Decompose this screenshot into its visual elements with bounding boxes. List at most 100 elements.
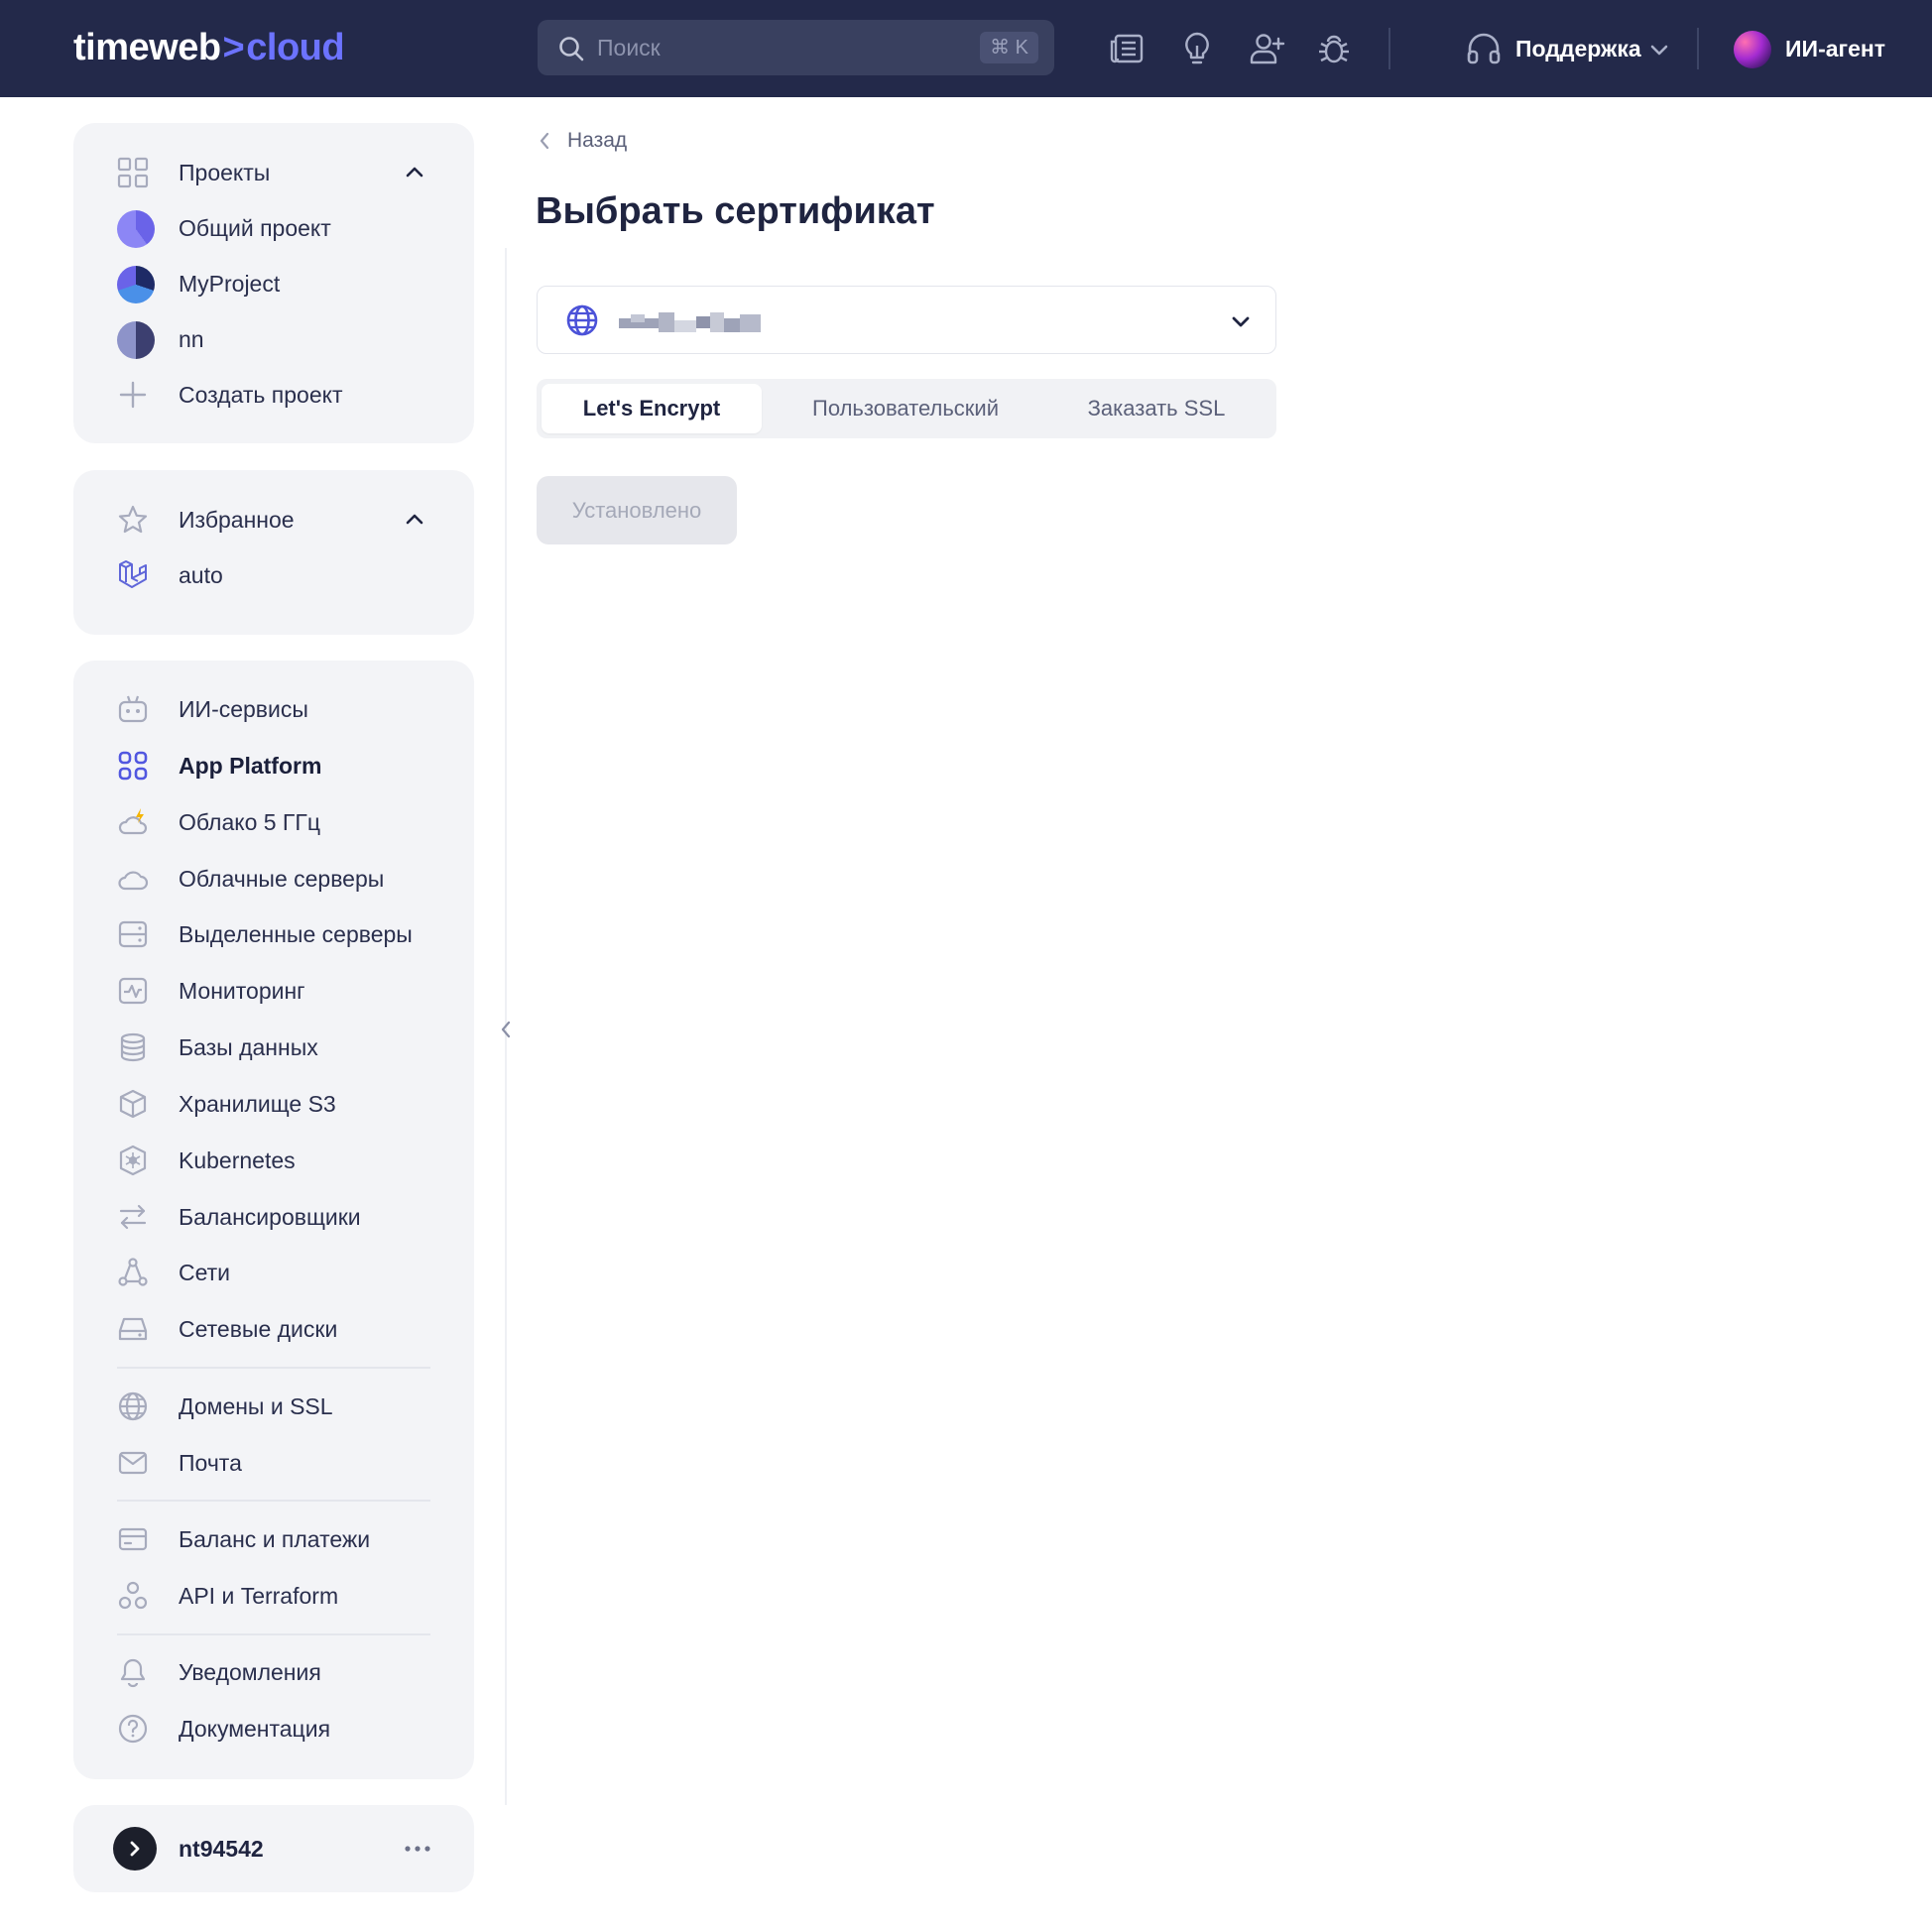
back-label: Назад bbox=[567, 129, 628, 152]
globe-icon bbox=[566, 304, 598, 336]
top-bar: timeweb>cloud Поиск ⌘ K Поддержка ИИ-аге… bbox=[0, 0, 1932, 97]
user-panel[interactable]: nt94542 bbox=[73, 1805, 474, 1892]
favorites-title: Избранное bbox=[179, 507, 295, 533]
sidebar-item-label: Сетевые диски bbox=[179, 1316, 338, 1342]
api-icon bbox=[118, 1581, 148, 1610]
bug-icon[interactable] bbox=[1315, 30, 1353, 67]
sidebar-item-label: Уведомления bbox=[179, 1659, 321, 1685]
sidebar-item-cloud-servers[interactable]: Облачные серверы bbox=[117, 857, 444, 901]
chevron-right-icon bbox=[130, 1841, 140, 1857]
sidebar-item-ai-services[interactable]: ИИ-сервисы bbox=[117, 687, 444, 731]
user-avatar[interactable] bbox=[113, 1827, 157, 1871]
chevron-left-icon bbox=[540, 132, 549, 150]
tab-order-ssl[interactable]: Заказать SSL bbox=[1042, 384, 1270, 433]
sidebar-item-networks[interactable]: Сети bbox=[117, 1251, 444, 1294]
create-project-button[interactable]: Создать проект bbox=[117, 373, 444, 417]
sidebar-item-label: Баланс и платежи bbox=[179, 1526, 371, 1552]
sidebar-item-network-disks[interactable]: Сетевые диски bbox=[117, 1307, 444, 1351]
help-icon bbox=[118, 1714, 148, 1744]
sidebar-item-label: Мониторинг bbox=[179, 978, 305, 1004]
projects-title: Проекты bbox=[179, 160, 271, 185]
sidebar-item-mail[interactable]: Почта bbox=[117, 1441, 444, 1485]
chevron-up-icon[interactable] bbox=[403, 508, 426, 532]
search-icon bbox=[559, 37, 584, 61]
server-icon bbox=[118, 920, 148, 948]
sidebar-item-kubernetes[interactable]: Kubernetes bbox=[117, 1139, 444, 1182]
header-divider bbox=[1389, 28, 1390, 69]
services-panel: ИИ-сервисы App Platform Облако 5 ГГц Обл… bbox=[73, 661, 474, 1779]
cube-icon bbox=[119, 1089, 147, 1119]
sidebar-item-label: Kubernetes bbox=[179, 1147, 296, 1173]
sidebar-item-domains-ssl[interactable]: Домены и SSL bbox=[117, 1385, 444, 1428]
favorites-header[interactable]: Избранное bbox=[117, 498, 444, 542]
installed-button[interactable]: Установлено bbox=[537, 476, 737, 544]
project-item-general[interactable]: Общий проект bbox=[117, 206, 444, 250]
project-avatar-icon bbox=[117, 266, 155, 303]
add-user-icon[interactable] bbox=[1248, 30, 1285, 67]
sidebar-item-databases[interactable]: Базы данных bbox=[117, 1026, 444, 1069]
sidebar-item-notifications[interactable]: Уведомления bbox=[117, 1650, 444, 1694]
sidebar-divider bbox=[117, 1500, 430, 1502]
support-label: Поддержка bbox=[1515, 36, 1641, 61]
chevron-up-icon[interactable] bbox=[403, 161, 426, 184]
redacted-domain-value bbox=[619, 312, 761, 332]
bell-icon bbox=[120, 1658, 146, 1688]
tab-custom[interactable]: Пользовательский bbox=[772, 384, 1039, 433]
project-item-myproject[interactable]: MyProject bbox=[117, 262, 444, 305]
logo-separator: > bbox=[222, 27, 245, 68]
star-icon bbox=[118, 505, 148, 534]
sidebar-item-s3-storage[interactable]: Хранилище S3 bbox=[117, 1082, 444, 1126]
laravel-icon bbox=[119, 560, 147, 588]
database-icon bbox=[120, 1032, 146, 1062]
logo-text-accent: cloud bbox=[246, 27, 345, 68]
collapse-sidebar-icon[interactable] bbox=[496, 1018, 516, 1041]
idea-icon[interactable] bbox=[1178, 30, 1216, 67]
project-label: nn bbox=[179, 326, 204, 352]
card-icon bbox=[118, 1527, 148, 1551]
search-input[interactable]: Поиск ⌘ K bbox=[538, 20, 1054, 75]
project-item-nn[interactable]: nn bbox=[117, 317, 444, 361]
sidebar-item-label: Почта bbox=[179, 1450, 242, 1476]
sidebar-item-balancers[interactable]: Балансировщики bbox=[117, 1195, 444, 1239]
kubernetes-icon bbox=[119, 1145, 147, 1176]
logo[interactable]: timeweb>cloud bbox=[73, 22, 345, 73]
project-avatar-icon bbox=[117, 321, 155, 359]
ai-agent-avatar-icon bbox=[1734, 31, 1771, 68]
more-icon[interactable] bbox=[403, 1835, 432, 1863]
sidebar-item-label: Документация bbox=[179, 1716, 331, 1742]
sidebar-item-label: Балансировщики bbox=[179, 1204, 361, 1230]
sidebar-item-billing[interactable]: Баланс и платежи bbox=[117, 1517, 444, 1561]
mail-icon bbox=[118, 1451, 148, 1475]
favorite-label: auto bbox=[179, 562, 223, 588]
news-icon[interactable] bbox=[1109, 30, 1147, 67]
sidebar-item-label: Облачные серверы bbox=[179, 866, 385, 892]
projects-header[interactable]: Проекты bbox=[117, 151, 444, 194]
chevron-down-icon bbox=[1650, 45, 1668, 56]
sidebar-divider bbox=[117, 1367, 430, 1369]
chevron-down-icon bbox=[1232, 316, 1250, 327]
sidebar-item-label: App Platform bbox=[179, 753, 322, 779]
favorite-item-auto[interactable]: auto bbox=[117, 553, 444, 597]
sidebar-item-label: Сети bbox=[179, 1260, 231, 1285]
domain-select[interactable] bbox=[537, 286, 1276, 354]
search-shortcut: ⌘ K bbox=[980, 32, 1038, 63]
sidebar-item-monitoring[interactable]: Мониторинг bbox=[117, 969, 444, 1013]
user-name: nt94542 bbox=[179, 1836, 264, 1862]
sidebar-item-dedicated-servers[interactable]: Выделенные серверы bbox=[117, 912, 444, 956]
sidebar-divider bbox=[117, 1633, 430, 1635]
sidebar-item-api-terraform[interactable]: API и Terraform bbox=[117, 1574, 444, 1618]
search-placeholder: Поиск bbox=[597, 35, 661, 60]
sidebar-item-label: Базы данных bbox=[179, 1034, 318, 1060]
disk-icon bbox=[118, 1317, 148, 1341]
plus-icon bbox=[119, 381, 147, 409]
sidebar-item-documentation[interactable]: Документация bbox=[117, 1707, 444, 1751]
sidebar-item-label: ИИ-сервисы bbox=[179, 696, 308, 722]
tab-lets-encrypt[interactable]: Let's Encrypt bbox=[542, 384, 762, 433]
sidebar-item-app-platform[interactable]: App Platform bbox=[117, 744, 444, 787]
projects-panel: Проекты Общий проект MyProject nn Создат… bbox=[73, 123, 474, 443]
sidebar-item-cloud-5ghz[interactable]: Облако 5 ГГц bbox=[117, 800, 444, 844]
project-label: Общий проект bbox=[179, 215, 331, 241]
ai-agent-label: ИИ-агент bbox=[1785, 36, 1886, 61]
sidebar-item-label: Выделенные серверы bbox=[179, 921, 413, 947]
robot-icon bbox=[118, 695, 148, 723]
